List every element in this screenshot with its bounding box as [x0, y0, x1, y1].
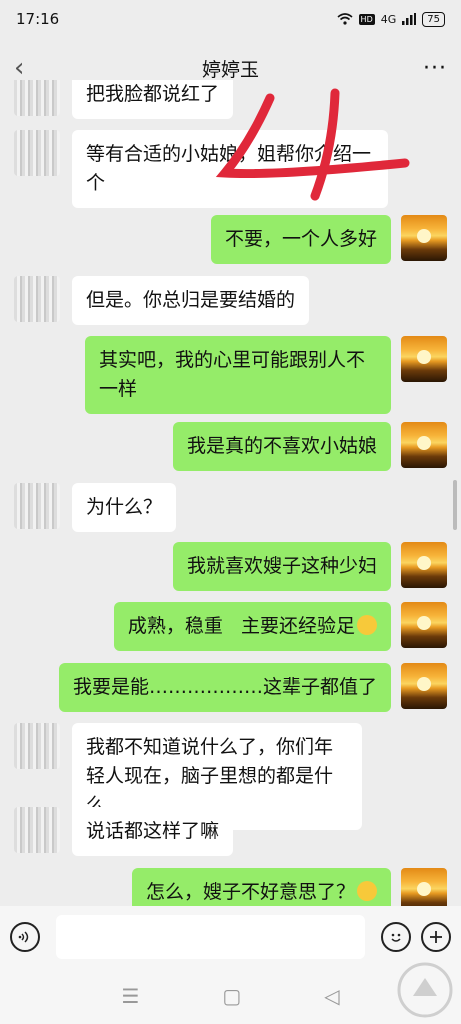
voice-icon[interactable]	[10, 922, 40, 952]
message-bubble[interactable]: 把我脸都说红了	[72, 80, 234, 119]
back-nav-icon[interactable]: ◁	[324, 984, 339, 1008]
battery-level: 75	[422, 11, 445, 27]
message-right: 我是真的不喜欢小姑娘	[172, 422, 447, 471]
my-avatar[interactable]	[401, 422, 447, 468]
hd-badge: HD	[358, 13, 375, 25]
message-bubble[interactable]: 其实吧，我的心里可能跟别人不一样	[85, 336, 391, 414]
message-text: 怎么，嫂子不好意思了？	[145, 881, 355, 903]
message-bubble[interactable]: 不要，一个人多好	[210, 215, 391, 264]
my-avatar[interactable]	[401, 868, 447, 908]
message-bubble[interactable]: 成熟，稳重 主要还经验足	[113, 602, 391, 651]
my-avatar[interactable]	[401, 336, 447, 382]
contact-avatar[interactable]	[14, 723, 60, 769]
smile-emoji-icon	[357, 615, 377, 635]
contact-avatar[interactable]	[14, 807, 60, 853]
my-avatar[interactable]	[401, 602, 447, 648]
message-bubble[interactable]: 我是真的不喜欢小姑娘	[172, 422, 391, 471]
chat-messages[interactable]: 把我脸都说红了 等有合适的小姑娘，姐帮你介绍一个 不要，一个人多好 但是。你总归…	[0, 80, 461, 908]
message-bubble[interactable]: 说话都这样了嘛	[72, 807, 234, 856]
message-bubble[interactable]: 等有合适的小姑娘，姐帮你介绍一个	[72, 130, 388, 208]
status-icons: HD 4G 75	[337, 11, 445, 27]
contact-avatar[interactable]	[14, 80, 60, 116]
emoji-icon[interactable]	[381, 922, 411, 952]
status-bar: 17:16 HD 4G 75	[0, 0, 461, 38]
message-left: 把我脸都说红了	[14, 80, 234, 119]
watermark-logo	[397, 962, 453, 1018]
more-options-button[interactable]: ···	[423, 56, 447, 81]
network-type: 4G	[380, 12, 397, 26]
message-input[interactable]	[56, 915, 365, 959]
back-button[interactable]: ‹	[14, 53, 44, 83]
message-bubble[interactable]: 我就喜欢嫂子这种少妇	[172, 542, 391, 591]
message-left: 说话都这样了嘛	[14, 807, 234, 856]
scrollbar[interactable]	[453, 480, 457, 530]
system-navigation-bar: ☰ ▢ ◁	[0, 968, 461, 1024]
signal-icon	[402, 13, 417, 25]
wifi-icon	[337, 13, 353, 25]
input-bar	[0, 906, 461, 968]
message-right: 怎么，嫂子不好意思了？	[131, 868, 447, 908]
message-right: 我要是能………………这辈子都值了	[58, 663, 447, 712]
message-right: 我就喜欢嫂子这种少妇	[172, 542, 447, 591]
chat-title: 婷婷玉	[201, 58, 259, 81]
message-bubble[interactable]: 怎么，嫂子不好意思了？	[131, 868, 391, 908]
message-bubble[interactable]: 为什么？	[72, 483, 177, 532]
message-bubble[interactable]: 但是。你总归是要结婚的	[72, 276, 310, 325]
message-right: 其实吧，我的心里可能跟别人不一样	[85, 336, 447, 414]
message-left: 等有合适的小姑娘，姐帮你介绍一个	[14, 130, 388, 208]
message-right: 成熟，稳重 主要还经验足	[113, 602, 447, 651]
message-right: 不要，一个人多好	[210, 215, 447, 264]
my-avatar[interactable]	[401, 215, 447, 261]
message-left: 但是。你总归是要结婚的	[14, 276, 310, 325]
smile-emoji-icon	[357, 881, 377, 901]
menu-icon[interactable]: ☰	[121, 984, 139, 1008]
status-time: 17:16	[16, 10, 60, 28]
contact-avatar[interactable]	[14, 130, 60, 176]
contact-avatar[interactable]	[14, 276, 60, 322]
message-bubble[interactable]: 我要是能………………这辈子都值了	[58, 663, 391, 712]
message-text: 成熟，稳重 主要还经验足	[127, 615, 355, 637]
home-icon[interactable]: ▢	[222, 984, 241, 1008]
contact-avatar[interactable]	[14, 483, 60, 529]
message-left: 为什么？	[14, 483, 177, 532]
my-avatar[interactable]	[401, 663, 447, 709]
my-avatar[interactable]	[401, 542, 447, 588]
add-icon[interactable]	[421, 922, 451, 952]
